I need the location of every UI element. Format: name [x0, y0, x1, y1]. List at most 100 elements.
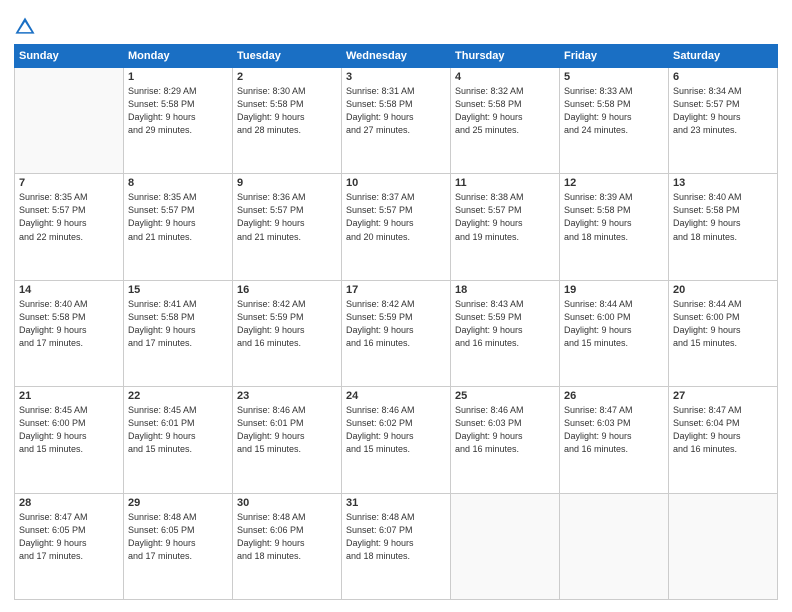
day-number: 3 [346, 71, 446, 83]
header [14, 12, 778, 38]
day-cell: 8 Sunrise: 8:35 AM Sunset: 5:57 PM Daylig… [124, 174, 233, 280]
day-info: Sunrise: 8:29 AM Sunset: 5:58 PM Dayligh… [128, 85, 228, 137]
day-number: 21 [19, 390, 119, 402]
day-cell: 31Sunrise: 8:48 AM Sunset: 6:07 PM Dayli… [342, 493, 451, 599]
day-number: 2 [237, 71, 337, 83]
day-cell: 17 Sunrise: 8:42 AM Sunset: 5:59 PM Dayli… [342, 280, 451, 386]
weekday-saturday: Saturday [669, 45, 778, 68]
day-info: Sunrise: 8:34 AM Sunset: 5:57 PM Dayligh… [673, 85, 773, 137]
day-cell: 26Sunrise: 8:47 AM Sunset: 6:03 PM Dayli… [560, 387, 669, 493]
day-info: Sunrise: 8:47 AM Sunset: 6:05 PM Dayligh… [19, 511, 119, 563]
day-info: Sunrise: 8:44 AM Sunset: 6:00 PM Dayligh… [673, 298, 773, 350]
day-number: 17 [346, 284, 446, 296]
day-info: Sunrise: 8:40 AM Sunset: 5:58 PM Dayligh… [673, 191, 773, 243]
day-cell [451, 493, 560, 599]
day-number: 8 [128, 177, 228, 189]
day-number: 18 [455, 284, 555, 296]
day-cell: 20 Sunrise: 8:44 AM Sunset: 6:00 PM Dayli… [669, 280, 778, 386]
day-number: 13 [673, 177, 773, 189]
day-cell: 21 Sunrise: 8:45 AM Sunset: 6:00 PM Dayli… [15, 387, 124, 493]
day-number: 16 [237, 284, 337, 296]
day-cell: 14Sunrise: 8:40 AM Sunset: 5:58 PM Dayli… [15, 280, 124, 386]
day-number: 4 [455, 71, 555, 83]
day-cell: 24 Sunrise: 8:46 AM Sunset: 6:02 PM Dayli… [342, 387, 451, 493]
day-cell: 28 Sunrise: 8:47 AM Sunset: 6:05 PM Dayli… [15, 493, 124, 599]
day-number: 23 [237, 390, 337, 402]
day-cell: 15 Sunrise: 8:41 AM Sunset: 5:58 PM Dayli… [124, 280, 233, 386]
day-cell: 2Sunrise: 8:30 AM Sunset: 5:58 PM Daylig… [233, 68, 342, 174]
day-number: 27 [673, 390, 773, 402]
day-info: Sunrise: 8:48 AM Sunset: 6:05 PM Dayligh… [128, 511, 228, 563]
day-info: Sunrise: 8:35 AM Sunset: 5:57 PM Dayligh… [128, 191, 228, 243]
day-number: 30 [237, 497, 337, 509]
day-info: Sunrise: 8:48 AM Sunset: 6:07 PM Dayligh… [346, 511, 446, 563]
day-info: Sunrise: 8:41 AM Sunset: 5:58 PM Dayligh… [128, 298, 228, 350]
calendar: SundayMondayTuesdayWednesdayThursdayFrid… [14, 44, 778, 600]
day-number: 26 [564, 390, 664, 402]
day-number: 1 [128, 71, 228, 83]
day-info: Sunrise: 8:45 AM Sunset: 6:01 PM Dayligh… [128, 404, 228, 456]
day-number: 22 [128, 390, 228, 402]
logo [14, 16, 40, 38]
day-cell: 30 Sunrise: 8:48 AM Sunset: 6:06 PM Dayli… [233, 493, 342, 599]
day-info: Sunrise: 8:35 AM Sunset: 5:57 PM Dayligh… [19, 191, 119, 243]
day-number: 24 [346, 390, 446, 402]
day-cell: 27Sunrise: 8:47 AM Sunset: 6:04 PM Dayli… [669, 387, 778, 493]
day-number: 9 [237, 177, 337, 189]
day-cell: 23 Sunrise: 8:46 AM Sunset: 6:01 PM Dayli… [233, 387, 342, 493]
day-info: Sunrise: 8:31 AM Sunset: 5:58 PM Dayligh… [346, 85, 446, 137]
day-number: 12 [564, 177, 664, 189]
day-cell: 29 Sunrise: 8:48 AM Sunset: 6:05 PM Dayli… [124, 493, 233, 599]
day-cell [15, 68, 124, 174]
day-cell: 7 Sunrise: 8:35 AM Sunset: 5:57 PM Daylig… [15, 174, 124, 280]
day-info: Sunrise: 8:33 AM Sunset: 5:58 PM Dayligh… [564, 85, 664, 137]
day-info: Sunrise: 8:42 AM Sunset: 5:59 PM Dayligh… [237, 298, 337, 350]
day-info: Sunrise: 8:38 AM Sunset: 5:57 PM Dayligh… [455, 191, 555, 243]
day-number: 5 [564, 71, 664, 83]
day-cell: 25Sunrise: 8:46 AM Sunset: 6:03 PM Dayli… [451, 387, 560, 493]
day-info: Sunrise: 8:48 AM Sunset: 6:06 PM Dayligh… [237, 511, 337, 563]
day-number: 29 [128, 497, 228, 509]
day-cell: 9 Sunrise: 8:36 AM Sunset: 5:57 PM Daylig… [233, 174, 342, 280]
week-row-5: 28 Sunrise: 8:47 AM Sunset: 6:05 PM Dayli… [15, 493, 778, 599]
day-cell: 19Sunrise: 8:44 AM Sunset: 6:00 PM Dayli… [560, 280, 669, 386]
day-cell: 12 Sunrise: 8:39 AM Sunset: 5:58 PM Dayli… [560, 174, 669, 280]
day-info: Sunrise: 8:37 AM Sunset: 5:57 PM Dayligh… [346, 191, 446, 243]
day-info: Sunrise: 8:46 AM Sunset: 6:02 PM Dayligh… [346, 404, 446, 456]
day-info: Sunrise: 8:32 AM Sunset: 5:58 PM Dayligh… [455, 85, 555, 137]
day-cell: 6Sunrise: 8:34 AM Sunset: 5:57 PM Daylig… [669, 68, 778, 174]
week-row-2: 7 Sunrise: 8:35 AM Sunset: 5:57 PM Daylig… [15, 174, 778, 280]
day-number: 7 [19, 177, 119, 189]
day-cell: 13 Sunrise: 8:40 AM Sunset: 5:58 PM Dayli… [669, 174, 778, 280]
day-number: 20 [673, 284, 773, 296]
day-number: 14 [19, 284, 119, 296]
logo-icon [14, 16, 36, 38]
week-row-3: 14Sunrise: 8:40 AM Sunset: 5:58 PM Dayli… [15, 280, 778, 386]
day-cell: 5 Sunrise: 8:33 AM Sunset: 5:58 PM Daylig… [560, 68, 669, 174]
weekday-tuesday: Tuesday [233, 45, 342, 68]
weekday-header-row: SundayMondayTuesdayWednesdayThursdayFrid… [15, 45, 778, 68]
day-info: Sunrise: 8:46 AM Sunset: 6:03 PM Dayligh… [455, 404, 555, 456]
week-row-1: 1 Sunrise: 8:29 AM Sunset: 5:58 PM Daylig… [15, 68, 778, 174]
day-cell: 16 Sunrise: 8:42 AM Sunset: 5:59 PM Dayli… [233, 280, 342, 386]
day-cell: 10Sunrise: 8:37 AM Sunset: 5:57 PM Dayli… [342, 174, 451, 280]
day-cell: 3 Sunrise: 8:31 AM Sunset: 5:58 PM Daylig… [342, 68, 451, 174]
day-cell [560, 493, 669, 599]
weekday-sunday: Sunday [15, 45, 124, 68]
day-info: Sunrise: 8:42 AM Sunset: 5:59 PM Dayligh… [346, 298, 446, 350]
day-info: Sunrise: 8:45 AM Sunset: 6:00 PM Dayligh… [19, 404, 119, 456]
day-number: 19 [564, 284, 664, 296]
day-number: 28 [19, 497, 119, 509]
day-info: Sunrise: 8:36 AM Sunset: 5:57 PM Dayligh… [237, 191, 337, 243]
weekday-monday: Monday [124, 45, 233, 68]
day-cell: 4 Sunrise: 8:32 AM Sunset: 5:58 PM Daylig… [451, 68, 560, 174]
day-cell [669, 493, 778, 599]
weekday-friday: Friday [560, 45, 669, 68]
day-info: Sunrise: 8:43 AM Sunset: 5:59 PM Dayligh… [455, 298, 555, 350]
day-number: 15 [128, 284, 228, 296]
day-info: Sunrise: 8:39 AM Sunset: 5:58 PM Dayligh… [564, 191, 664, 243]
day-info: Sunrise: 8:46 AM Sunset: 6:01 PM Dayligh… [237, 404, 337, 456]
day-cell: 1 Sunrise: 8:29 AM Sunset: 5:58 PM Daylig… [124, 68, 233, 174]
page: SundayMondayTuesdayWednesdayThursdayFrid… [0, 0, 792, 612]
day-cell: 22 Sunrise: 8:45 AM Sunset: 6:01 PM Dayli… [124, 387, 233, 493]
